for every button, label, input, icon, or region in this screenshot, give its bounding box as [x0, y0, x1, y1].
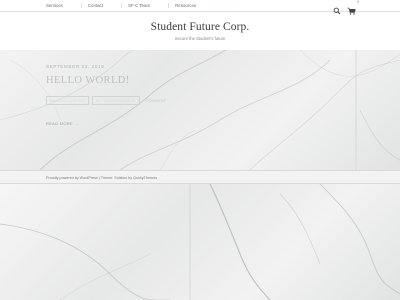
search-icon[interactable]	[333, 2, 341, 15]
nav-item-services[interactable]: Services	[40, 3, 63, 8]
nav-item-resources[interactable]: Resources	[168, 3, 196, 8]
cart-count-badge: 0	[357, 0, 359, 4]
read-more-link[interactable]: READ MORE →	[46, 121, 172, 126]
site-footer: Proudly powered by WordPress | Theme: So…	[0, 170, 400, 184]
post-date[interactable]: SEPTEMBER 03, 2019	[46, 64, 172, 69]
footer-credits: Proudly powered by WordPress | Theme: So…	[46, 176, 158, 180]
post-meta: UNCATEGORIZED BY KASMEHSANDLE COMMENT	[46, 96, 172, 105]
site-header: Student Future Corp. Secure the Student'…	[0, 12, 400, 50]
post-category-tag[interactable]: UNCATEGORIZED	[46, 96, 89, 105]
nav-icons: 0	[333, 0, 359, 15]
marble-background-bottom	[0, 184, 400, 300]
post-author-tag[interactable]: BY KASMEHSANDLE	[91, 96, 140, 105]
nav-item-sfc-team[interactable]: SF-C Team	[120, 3, 150, 8]
post-comment-link[interactable]: COMMENT	[143, 97, 170, 104]
post-entry: SEPTEMBER 03, 2019 HELLO WORLD! UNCATEGO…	[46, 64, 172, 126]
site-tagline: Secure the Student's future	[174, 36, 226, 41]
cart-icon[interactable]: 0	[347, 0, 359, 15]
site-title[interactable]: Student Future Corp.	[0, 21, 400, 33]
post-title[interactable]: HELLO WORLD!	[46, 75, 172, 86]
top-navigation: Services Contact SF-C Team Resources 0	[0, 0, 400, 15]
nav-menu: Services Contact SF-C Team Resources	[40, 3, 214, 8]
nav-item-contact[interactable]: Contact	[80, 3, 103, 8]
